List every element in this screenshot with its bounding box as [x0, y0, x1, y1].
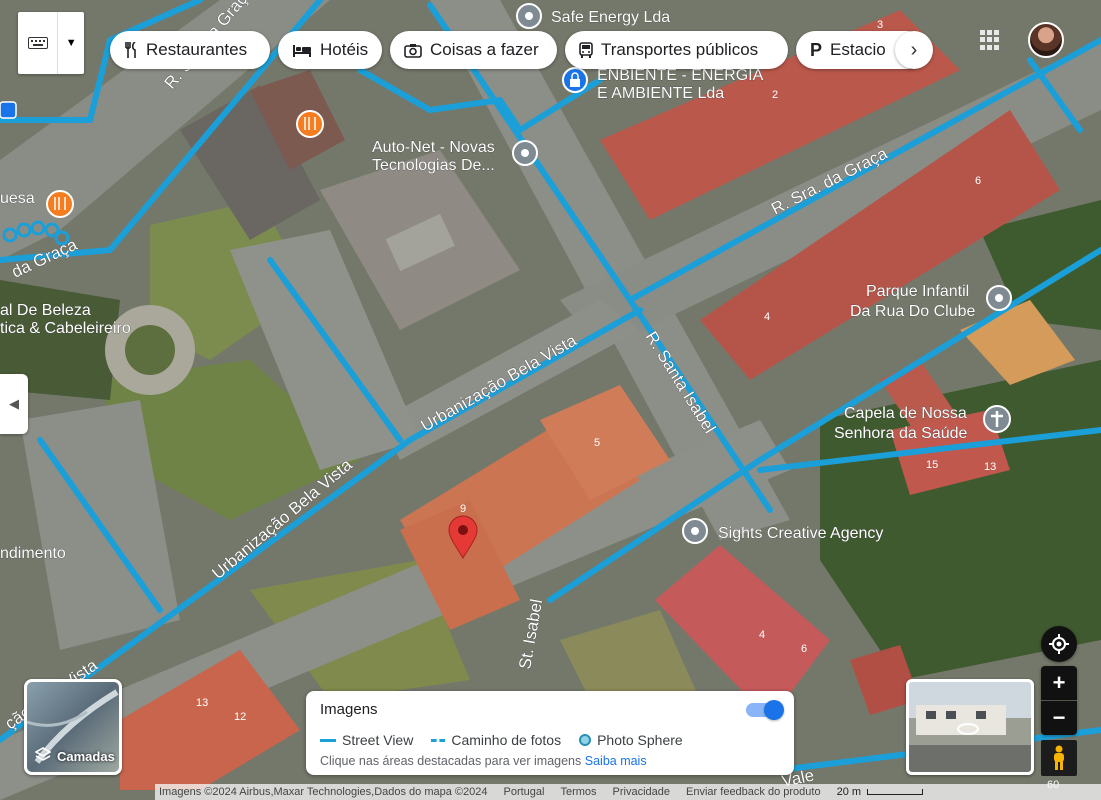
my-location-button[interactable] [1041, 626, 1077, 662]
chip-label: Estacio [830, 40, 886, 59]
keyboard-shortcuts-button[interactable]: ▼ [18, 12, 84, 74]
poi-label: ndimento [0, 545, 66, 562]
fork-knife-icon [124, 42, 138, 58]
legend-photo-path: Caminho de fotos [431, 732, 561, 748]
chip-hotels[interactable]: Hotéis [278, 31, 382, 69]
privacy-link[interactable]: Privacidade [613, 786, 670, 798]
apps-grid-icon[interactable] [980, 30, 1000, 50]
poi-label: Da Rua Do Clube [850, 303, 976, 320]
chip-label: Hotéis [320, 40, 369, 59]
bus-stop-icon[interactable] [0, 101, 17, 119]
house-number: 6 [975, 175, 981, 187]
house-number: 6 [801, 643, 807, 655]
church-marker-icon[interactable] [983, 405, 1011, 433]
house-number: 4 [764, 311, 770, 323]
bed-icon [292, 43, 312, 57]
chevron-down-icon[interactable]: ▼ [58, 12, 84, 74]
house-number: 13 [984, 461, 996, 473]
hint-text: Clique nas áreas destacadas para ver ima… [320, 754, 582, 768]
poi-label: tica & Cabeleireiro [0, 320, 131, 337]
poi-label: Parque Infantil [866, 283, 969, 300]
layers-label: Camadas [57, 749, 115, 764]
zoom-out-button[interactable]: − [1041, 701, 1077, 735]
zoom-in-button[interactable]: + [1041, 666, 1077, 700]
imagery-hint: Clique nas áreas destacadas para ver ima… [320, 754, 780, 768]
imagery-toggle[interactable] [746, 700, 784, 720]
terms-link[interactable]: Termos [560, 786, 596, 798]
crosshair-icon [1049, 634, 1069, 654]
legend-photo-sphere: Photo Sphere [579, 732, 683, 748]
house-number: 4 [759, 629, 765, 641]
keyboard-icon[interactable] [18, 12, 59, 74]
dashed-line-icon [431, 738, 446, 742]
poi-label: Capela de Nossa [844, 405, 967, 422]
legend-street-view: Street View [320, 732, 413, 748]
house-number: 5 [594, 437, 600, 449]
house-number: 13 [196, 697, 208, 709]
solid-line-icon [320, 738, 336, 742]
poi-marker-parque-infantil[interactable] [986, 285, 1012, 311]
restaurant-marker-icon[interactable] [296, 110, 324, 138]
poi-label: Auto-Net - Novas [372, 139, 495, 156]
street-view-thumbnail[interactable] [906, 679, 1034, 775]
house-number: 9 [460, 503, 466, 515]
restaurant-marker-icon[interactable] [46, 190, 74, 218]
photo-sphere-icon [579, 734, 592, 746]
legend-label: Photo Sphere [597, 732, 683, 748]
layers-button[interactable]: Camadas [24, 679, 122, 775]
bus-icon [579, 42, 593, 58]
house-number: 2 [772, 89, 778, 101]
attribution-bar: Imagens ©2024 Airbus,Maxar Technologies,… [155, 784, 1101, 800]
house-number: 12 [234, 711, 246, 723]
toggle-knob [764, 700, 784, 720]
attribution-text: Imagens ©2024 Airbus,Maxar Technologies,… [159, 786, 488, 798]
layers-icon [34, 747, 52, 766]
learn-more-link[interactable]: Saiba mais [585, 754, 647, 768]
poi-label: Sights Creative Agency [718, 525, 883, 542]
camera-icon [404, 43, 422, 58]
country-link[interactable]: Portugal [504, 786, 545, 798]
poi-label: al De Beleza [0, 302, 91, 319]
legend-label: Street View [342, 732, 414, 748]
pegman-button[interactable] [1041, 740, 1077, 776]
feedback-link[interactable]: Enviar feedback do produto [686, 786, 821, 798]
chip-restaurants[interactable]: Restaurantes [110, 31, 270, 69]
poi-marker-safe-energy[interactable] [516, 3, 542, 29]
poi-label: uesa [0, 190, 35, 207]
poi-label: E AMBIENTE Lda [597, 85, 724, 102]
poi-label: Senhora da Saúde [834, 425, 968, 442]
chip-label: Coisas a fazer [430, 40, 539, 59]
parking-icon: P [810, 39, 823, 60]
chevron-right-icon[interactable]: › [895, 31, 933, 69]
scale-bar[interactable]: 20 m [836, 786, 924, 798]
pegman-icon [1054, 745, 1064, 770]
house-number: 15 [926, 459, 938, 471]
imagery-panel: Imagens Street View Caminho de fotos Pho… [306, 691, 794, 775]
collapse-side-panel-button[interactable]: ◀ [0, 374, 28, 434]
imagery-legend: Street View Caminho de fotos Photo Spher… [320, 732, 780, 748]
chip-label: Restaurantes [146, 40, 248, 59]
chip-label: Transportes públicos [601, 40, 759, 59]
house-number: 3 [877, 19, 883, 31]
poi-label: Safe Energy Lda [551, 9, 670, 26]
legend-label: Caminho de fotos [451, 732, 562, 748]
scale-ruler [867, 789, 924, 795]
lock-icon[interactable] [562, 67, 588, 93]
roundabout-center [125, 325, 175, 375]
scale-label: 20 m [836, 786, 862, 798]
poi-label: Tecnologias De... [372, 157, 495, 174]
poi-marker-sights-creative[interactable] [682, 518, 708, 544]
chevron-left-icon: ◀ [9, 396, 19, 411]
poi-marker-auto-net[interactable] [512, 140, 538, 166]
chip-public-transport[interactable]: Transportes públicos [565, 31, 788, 69]
chip-things-to-do[interactable]: Coisas a fazer [390, 31, 557, 69]
imagery-panel-title: Imagens [320, 701, 378, 718]
poi-label: ENBIENTE - ENERGIA [597, 67, 764, 84]
street-view-preview [916, 705, 1006, 735]
avatar[interactable] [1028, 22, 1064, 58]
